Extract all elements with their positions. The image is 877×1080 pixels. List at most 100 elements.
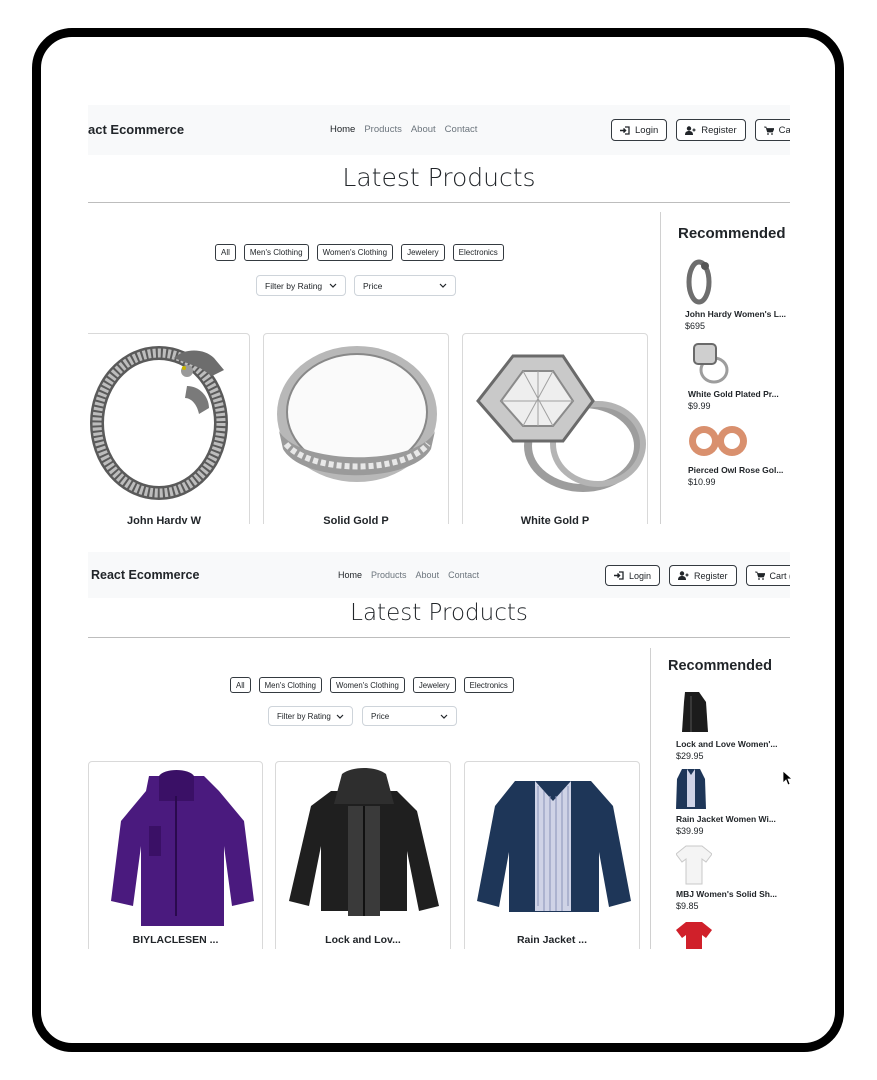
rating-dropdown[interactable]: Filter by Rating [256, 275, 346, 296]
nav-about[interactable]: About [411, 124, 436, 135]
recommended-name: Pierced Owl Rose Gol... [688, 465, 784, 475]
recommended-price: $9.85 [676, 901, 699, 911]
divider [88, 637, 790, 638]
register-button[interactable]: Register [676, 119, 746, 141]
cart-icon [754, 571, 765, 580]
rain-jacket-image [676, 769, 706, 809]
recommended-name: MBJ Women's Solid Sh... [676, 889, 778, 899]
price-dropdown[interactable]: Price [354, 275, 456, 296]
register-label: Register [701, 124, 737, 136]
recommended-price: $9.99 [688, 401, 711, 411]
diamond-ring-image [693, 343, 729, 384]
filter-mens-button[interactable]: Men's Clothing [243, 244, 309, 261]
nav-products[interactable]: Products [364, 124, 402, 135]
cart-button[interactable]: Cart (2 [754, 119, 790, 141]
rating-dropdown-label: Filter by Rating [265, 280, 323, 291]
category-filters: All Men's Clothing Women's Clothing Jewe… [215, 244, 512, 261]
ring-image [277, 346, 437, 482]
sidebar-divider [660, 212, 661, 524]
recommended-name: Rain Jacket Women Wi... [676, 814, 776, 824]
register-label: Register [694, 570, 728, 581]
diamond-ring-image [476, 354, 646, 492]
product-title: White Gold P [520, 515, 590, 524]
brand-logo[interactable]: React Ecommerce [91, 568, 199, 582]
chevron-down-icon [336, 714, 344, 719]
nav-home[interactable]: Home [338, 570, 362, 580]
filter-all-button[interactable]: All [230, 677, 251, 693]
filter-jewelery-button[interactable]: Jewelery [401, 244, 445, 261]
nav-links: Home Products About Contact [330, 124, 486, 135]
nav-home[interactable]: Home [330, 124, 355, 135]
login-button[interactable]: Login [605, 565, 661, 586]
bracelet-image [90, 346, 228, 500]
recommended-item[interactable]: White Gold Plated Pr... $9.99 [688, 340, 779, 411]
sign-in-icon [620, 125, 630, 135]
rain-jacket-image [477, 781, 631, 912]
product-title: Solid Gold P [323, 515, 389, 524]
sidebar-divider [650, 648, 651, 949]
login-button[interactable]: Login [611, 119, 668, 141]
recommended-item[interactable]: John Hardy Women's L... $695 [685, 258, 786, 331]
rose-gold-plugs-image [689, 426, 747, 456]
recommended-price: $695 [685, 321, 706, 331]
recommended-name: Lock and Love Women'... [676, 739, 778, 749]
product-card[interactable]: John Hardy W [88, 333, 250, 524]
screenshot-top: act Ecommerce Home Products About Contac… [88, 105, 790, 524]
nav-buttons: Login Register Cart (2 [611, 119, 790, 141]
filter-mens-button[interactable]: Men's Clothing [258, 677, 322, 693]
login-label: Login [629, 570, 652, 581]
rating-dropdown[interactable]: Filter by Rating [268, 706, 353, 726]
user-plus-icon [685, 125, 696, 135]
product-card[interactable]: White Gold P [462, 333, 648, 524]
page-title: Latest Products [350, 600, 528, 626]
recommended-name: White Gold Plated Pr... [688, 389, 779, 399]
nav-contact[interactable]: Contact [448, 570, 479, 580]
cart-label: Cart (2 [778, 124, 790, 136]
recommended-item[interactable]: Rain Jacket Women Wi... $39.99 [676, 767, 776, 836]
chevron-down-icon [440, 714, 448, 719]
rating-dropdown-label: Filter by Rating [277, 711, 331, 721]
nav-links: Home Products About Contact [338, 570, 488, 580]
purple-jacket-image [111, 770, 254, 926]
chevron-down-icon [329, 283, 337, 288]
filter-womens-button[interactable]: Women's Clothing [316, 244, 394, 261]
brand-logo[interactable]: act Ecommerce [88, 122, 184, 137]
red-shirt-image [676, 922, 712, 949]
filter-womens-button[interactable]: Women's Clothing [330, 677, 405, 693]
nav-contact[interactable]: Contact [445, 124, 478, 135]
mouse-pointer-icon [782, 770, 792, 786]
register-button[interactable]: Register [669, 565, 737, 586]
nav-buttons: Login Register Cart (1) [605, 565, 790, 586]
product-card[interactable]: BIYLACLESEN ... [88, 761, 263, 949]
filter-electronics-button[interactable]: Electronics [452, 244, 504, 261]
recommended-price: $10.99 [688, 477, 716, 487]
product-title: John Hardy W [127, 515, 201, 524]
product-card[interactable]: Rain Jacket ... [464, 761, 640, 949]
page-title: Latest Products [342, 163, 536, 192]
user-plus-icon [678, 571, 689, 580]
leather-jacket-image [289, 768, 439, 916]
recommended-title: Recommended [678, 225, 786, 242]
screenshot-bottom: React Ecommerce Home Products About Cont… [88, 552, 790, 949]
price-dropdown[interactable]: Price [362, 706, 457, 726]
recommended-name: John Hardy Women's L... [685, 309, 787, 319]
nav-products[interactable]: Products [371, 570, 407, 580]
recommended-item[interactable] [676, 920, 712, 949]
product-title: Rain Jacket ... [516, 934, 588, 946]
cart-label: Cart (1) [769, 570, 790, 581]
nav-about[interactable]: About [416, 570, 440, 580]
recommended-item[interactable]: Pierced Owl Rose Gol... $10.99 [688, 420, 783, 487]
recommended-item[interactable]: MBJ Women's Solid Sh... $9.85 [676, 844, 777, 911]
filter-jewelery-button[interactable]: Jewelery [412, 677, 456, 693]
filter-all-button[interactable]: All [215, 244, 236, 261]
recommended-item[interactable]: Lock and Love Women'... $29.95 [676, 690, 778, 761]
recommended-price: $39.99 [676, 826, 704, 836]
price-dropdown-label: Price [363, 280, 383, 291]
product-card[interactable]: Lock and Lov... [275, 761, 451, 949]
recommended-price: $29.95 [676, 751, 704, 761]
cart-button[interactable]: Cart (1) [745, 565, 790, 586]
bracelet-image [686, 259, 712, 305]
filter-electronics-button[interactable]: Electronics [463, 677, 514, 693]
navbar: act Ecommerce Home Products About Contac… [88, 105, 790, 155]
product-card[interactable]: Solid Gold P [263, 333, 449, 524]
